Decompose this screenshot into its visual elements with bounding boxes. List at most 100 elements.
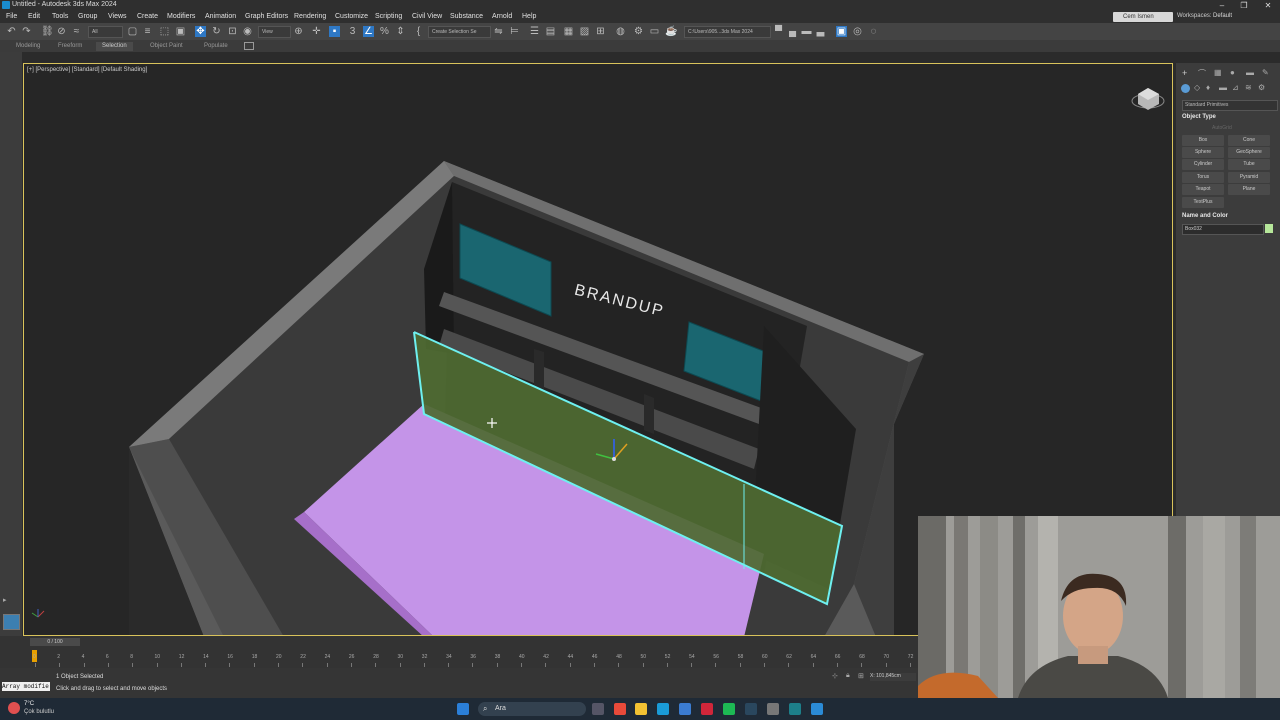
geosphere-button[interactable]: GeoSphere (1228, 147, 1270, 158)
3dsmax-icon[interactable] (789, 703, 801, 715)
tab-selection[interactable]: Selection (96, 42, 133, 51)
snaps-toggle-icon[interactable]: 3 (347, 26, 358, 37)
select-object-icon[interactable]: ▢ (127, 26, 138, 37)
export-icon[interactable]: ▃ (815, 26, 826, 37)
object-type-header[interactable]: Object Type (1182, 114, 1216, 120)
cylinder-button[interactable]: Cylinder (1182, 159, 1224, 170)
time-slider[interactable]: 0 / 100 0 2 4 6 8 10 12 14 16 18 20 22 24 26 28 30 32 34 3… (0, 636, 918, 668)
select-move-icon[interactable]: ✥ (195, 26, 206, 37)
menu-modifiers[interactable]: Modifiers (167, 13, 195, 20)
manipulate-icon[interactable]: ✛ (311, 26, 322, 37)
maxscript-listener[interactable]: Array modifie (2, 682, 50, 691)
weather-icon[interactable] (8, 702, 20, 714)
place-icon[interactable]: ◉ (242, 26, 253, 37)
user-account-dropdown[interactable]: Cem Ismen (1113, 12, 1173, 22)
select-by-name-icon[interactable]: ≡ (142, 26, 153, 37)
systems-icon[interactable]: ⚙ (1258, 83, 1265, 92)
material-editor-icon[interactable]: ◍ (615, 26, 626, 37)
menu-edit[interactable]: Edit (28, 13, 40, 20)
keyboard-shortcut-override-icon[interactable]: ▪ (329, 26, 340, 37)
expand-icon[interactable]: ▸ (3, 596, 17, 604)
selection-filter-dropdown[interactable]: All (88, 26, 123, 38)
layer-explorer-icon[interactable]: ▤ (545, 26, 556, 37)
object-name-field[interactable]: Box032 (1182, 224, 1264, 235)
menu-customize[interactable]: Customize (335, 13, 368, 20)
menu-views[interactable]: Views (108, 13, 127, 20)
taskbar-search[interactable]: ⌕ Ara (478, 702, 586, 716)
create-tab-icon[interactable]: + (1182, 68, 1187, 78)
undo-icon[interactable]: ↶ (6, 26, 17, 37)
schematic-view-icon[interactable]: ⊞ (595, 26, 606, 37)
display-tab-icon[interactable]: ▬ (1246, 68, 1254, 77)
helpers-icon[interactable]: ⊿ (1232, 83, 1239, 92)
viewcube-icon[interactable] (1131, 88, 1165, 110)
menu-file[interactable]: File (6, 13, 17, 20)
link-icon[interactable]: ⛓ (41, 26, 54, 37)
steam-icon[interactable] (745, 703, 757, 715)
render-setup-icon[interactable]: ⚙ (633, 26, 644, 37)
reference-coordinate-dropdown[interactable]: View (258, 26, 291, 38)
shapes-icon[interactable]: ◇ (1194, 83, 1200, 92)
render-cloud-icon[interactable]: ◎ (852, 26, 863, 37)
pivot-center-icon[interactable]: ⊕ (293, 26, 304, 37)
toggle-ribbon-icon[interactable]: ▦ (563, 26, 574, 37)
file-explorer-icon[interactable] (635, 703, 647, 715)
spotify-icon[interactable] (723, 703, 735, 715)
isolate-icon[interactable]: ⊹ (832, 672, 838, 680)
spinner-snap-icon[interactable]: ⇕ (395, 26, 406, 37)
mail-icon[interactable] (679, 703, 691, 715)
app-icon-extra[interactable] (811, 703, 823, 715)
save-icon[interactable]: ▄ (787, 26, 798, 37)
box-button[interactable]: Box (1182, 135, 1224, 146)
viewport-layout-thumbnail[interactable] (3, 614, 20, 630)
render-icon[interactable]: ☕ (665, 26, 677, 37)
utilities-tab-icon[interactable]: ✎ (1262, 68, 1269, 77)
lock-icon[interactable]: 🔒︎ (846, 672, 850, 680)
named-selection-dropdown[interactable]: Create Selection Se (428, 26, 491, 38)
opera-icon[interactable] (701, 703, 713, 715)
redo-icon[interactable]: ↷ (21, 26, 32, 37)
window-crossing-icon[interactable]: ▣ (175, 26, 186, 37)
cameras-icon[interactable]: ▬ (1219, 83, 1227, 92)
absolute-mode-icon[interactable]: ⊞ (858, 672, 864, 680)
edge-icon[interactable] (657, 703, 669, 715)
start-icon[interactable] (457, 703, 469, 715)
textplus-button[interactable]: TextPlus (1182, 197, 1224, 208)
menu-help[interactable]: Help (522, 13, 536, 20)
rendered-frame-icon[interactable]: ▭ (649, 26, 660, 37)
tab-populate[interactable]: Populate (198, 42, 234, 51)
select-rotate-icon[interactable]: ↻ (211, 26, 222, 37)
cone-button[interactable]: Cone (1228, 135, 1270, 146)
plane-button[interactable]: Plane (1228, 184, 1270, 195)
geometry-icon[interactable] (1181, 84, 1190, 93)
unlink-icon[interactable]: ⊘ (56, 26, 67, 37)
motion-tab-icon[interactable]: ● (1230, 68, 1235, 77)
torus-button[interactable]: Torus (1182, 172, 1224, 183)
maximize-button[interactable]: ❐ (1235, 0, 1253, 11)
menu-substance[interactable]: Substance (450, 13, 483, 20)
name-and-color-header[interactable]: Name and Color (1182, 213, 1228, 219)
menu-tools[interactable]: Tools (52, 13, 68, 20)
menu-animation[interactable]: Animation (205, 13, 236, 20)
ribbon-toggle-icon[interactable] (244, 42, 254, 50)
mirror-icon[interactable]: ⇋ (493, 26, 504, 37)
menu-create[interactable]: Create (137, 13, 158, 20)
tab-modeling[interactable]: Modeling (10, 42, 46, 51)
tab-freeform[interactable]: Freeform (52, 42, 88, 51)
align-icon[interactable]: ⊨ (509, 26, 520, 37)
scene-explorer-icon[interactable]: ☰ (529, 26, 540, 37)
menu-group[interactable]: Group (78, 13, 97, 20)
menu-scripting[interactable]: Scripting (375, 13, 402, 20)
pyramid-button[interactable]: Pyramid (1228, 172, 1270, 183)
tab-object-paint[interactable]: Object Paint (144, 42, 189, 51)
open-icon[interactable]: ▀ (773, 26, 784, 37)
archive-icon[interactable]: ▬ (801, 26, 812, 37)
space-warps-icon[interactable]: ≋ (1245, 83, 1252, 92)
modify-tab-icon[interactable]: ⌒ (1198, 68, 1206, 79)
sphere-button[interactable]: Sphere (1182, 147, 1224, 158)
viewport-layout-icon[interactable]: ▣ (836, 26, 847, 37)
menu-rendering[interactable]: Rendering (294, 13, 326, 20)
percent-snap-icon[interactable]: % (379, 26, 390, 37)
project-folder-dropdown[interactable]: C:\Users\905...3ds Max 2024 (684, 26, 771, 38)
menu-graph-editors[interactable]: Graph Editors (245, 13, 288, 20)
